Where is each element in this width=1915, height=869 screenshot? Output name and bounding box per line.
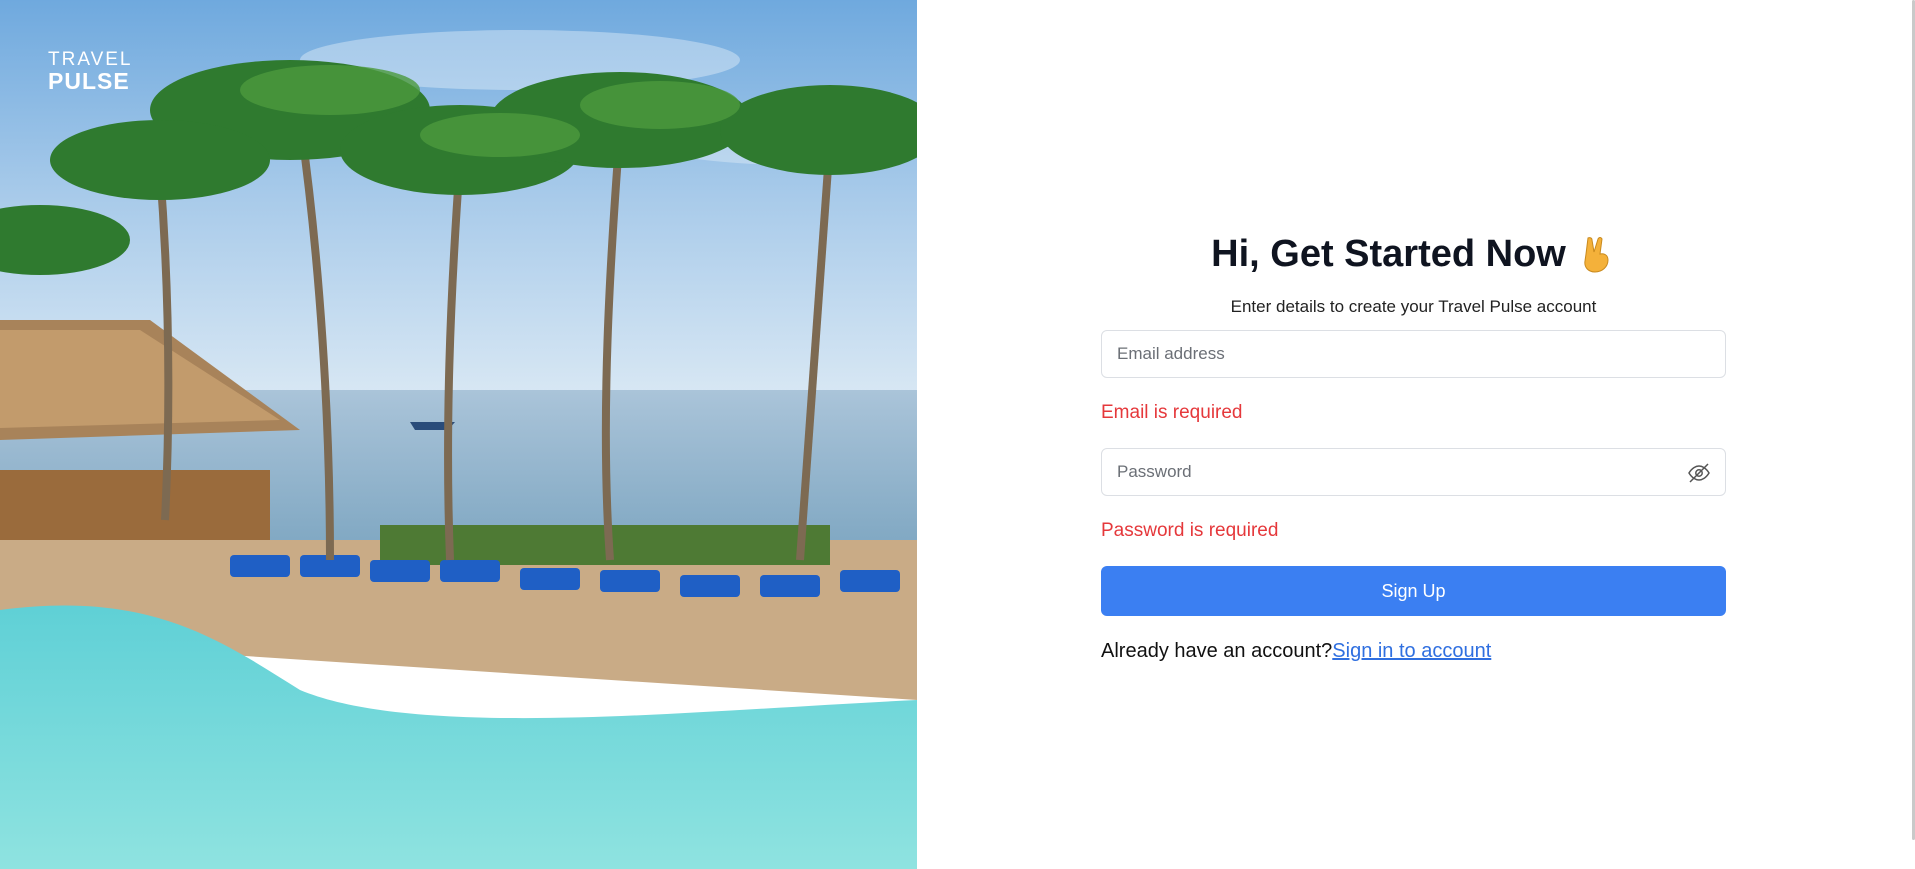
brand-logo: TRAVEL PULSE	[48, 49, 133, 94]
sign-up-button[interactable]: Sign Up	[1101, 566, 1726, 616]
subtitle: Enter details to create your Travel Puls…	[1230, 297, 1597, 316]
account-prompt: Already have an account?	[1101, 640, 1333, 662]
page-title: Hi, Get Started Now	[1101, 226, 1726, 282]
resort-illustration	[0, 0, 917, 869]
password-error: Password is required	[1101, 520, 1279, 541]
email-field[interactable]	[1101, 330, 1726, 378]
peace-hand-icon	[1584, 237, 1609, 273]
title-text: Hi, Get Started Now	[1211, 233, 1566, 275]
signup-panel: Hi, Get Started Now Enter details to cre…	[917, 0, 1915, 869]
logo-line1: TRAVEL	[48, 49, 133, 70]
hero-image: TRAVEL PULSE	[0, 0, 917, 869]
email-error: Email is required	[1101, 402, 1243, 423]
sign-in-link[interactable]: Sign in to account	[1332, 640, 1491, 662]
signup-form: Hi, Get Started Now Enter details to cre…	[1101, 226, 1726, 663]
logo-line2: PULSE	[48, 68, 130, 94]
password-input[interactable]	[1102, 449, 1725, 495]
password-field[interactable]	[1101, 448, 1726, 496]
email-input[interactable]	[1102, 331, 1725, 377]
eye-off-icon[interactable]	[1687, 461, 1711, 485]
signin-prompt: Already have an account?Sign in to accou…	[1101, 640, 1726, 663]
